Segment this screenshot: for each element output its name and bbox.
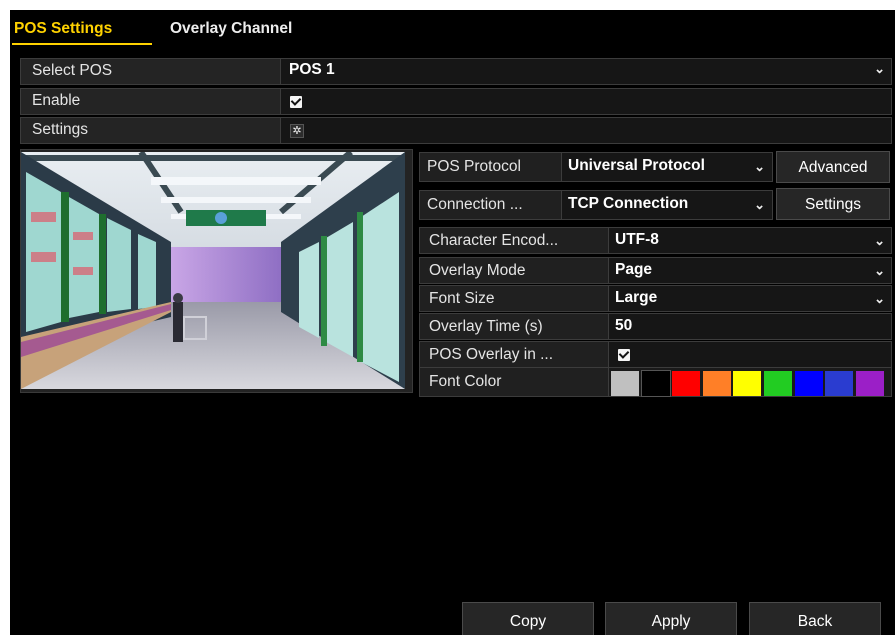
connection-value: TCP Connection: [568, 195, 689, 212]
apply-button-label: Apply: [651, 613, 691, 630]
gear-icon[interactable]: ✲: [290, 124, 304, 138]
overlay-mode-value: Page: [615, 261, 653, 278]
overlay-time-value: 50: [615, 317, 633, 334]
back-button-label: Back: [797, 613, 833, 630]
font-color-swatch[interactable]: [672, 371, 701, 396]
pos-overlay-checkbox[interactable]: [618, 349, 630, 361]
select-pos-label: Select POS: [32, 62, 113, 79]
connection-dropdown[interactable]: TCP Connection ⌄: [561, 191, 772, 219]
copy-button-label: Copy: [509, 613, 547, 630]
connection-row: Connection ... TCP Connection ⌄: [419, 190, 773, 220]
enable-row: Enable: [20, 88, 892, 115]
pos-overlay-value-cell: [608, 342, 891, 367]
pos-protocol-dropdown[interactable]: Universal Protocol ⌄: [561, 153, 772, 181]
advanced-button[interactable]: Advanced: [776, 151, 890, 183]
font-color-row: Font Color: [419, 367, 892, 397]
pos-overlay-row: POS Overlay in ...: [419, 341, 892, 368]
font-color-label: Font Color: [429, 373, 502, 390]
font-color-swatch[interactable]: [825, 371, 854, 396]
font-size-label: Font Size: [429, 290, 495, 307]
overlay-time-input[interactable]: 50: [608, 314, 891, 339]
chevron-down-icon: ⌄: [874, 291, 885, 306]
font-size-row: Font Size Large ⌄: [419, 285, 892, 312]
font-color-swatch[interactable]: [733, 371, 762, 396]
select-pos-value: POS 1: [289, 61, 335, 78]
overlay-mode-row: Overlay Mode Page ⌄: [419, 257, 892, 284]
overlay-mode-label: Overlay Mode: [429, 262, 526, 279]
enable-value-cell: [280, 89, 891, 114]
font-color-palette: [608, 368, 891, 397]
overlay-time-label: Overlay Time (s): [429, 318, 543, 335]
font-color-swatch[interactable]: [640, 370, 671, 397]
connection-settings-button[interactable]: Settings: [776, 188, 890, 220]
chevron-down-icon: ⌄: [874, 61, 885, 76]
character-encoding-value: UTF-8: [615, 231, 659, 248]
font-color-swatch[interactable]: [764, 371, 792, 396]
settings-label: Settings: [32, 121, 89, 138]
character-encoding-dropdown[interactable]: UTF-8 ⌄: [608, 228, 891, 253]
font-size-value: Large: [615, 289, 658, 306]
font-color-swatch[interactable]: [611, 371, 639, 396]
pos-protocol-value: Universal Protocol: [568, 157, 705, 174]
select-pos-dropdown[interactable]: POS 1 ⌄: [280, 59, 891, 84]
settings-row: Settings ✲: [20, 117, 892, 144]
enable-checkbox[interactable]: [290, 96, 302, 108]
character-encoding-label: Character Encod...: [429, 232, 559, 249]
tab-bar: POS Settings Overlay Channel: [10, 10, 895, 46]
font-color-swatch[interactable]: [702, 371, 731, 396]
advanced-button-label: Advanced: [798, 159, 868, 176]
camera-preview-image: [21, 152, 405, 389]
chevron-down-icon: ⌄: [754, 197, 765, 212]
font-size-dropdown[interactable]: Large ⌄: [608, 286, 891, 311]
character-encoding-row: Character Encod... UTF-8 ⌄: [419, 227, 892, 254]
chevron-down-icon: ⌄: [874, 263, 885, 278]
tab-overlay-channel[interactable]: Overlay Channel: [170, 20, 292, 38]
pos-protocol-row: POS Protocol Universal Protocol ⌄: [419, 152, 773, 182]
enable-label: Enable: [32, 92, 81, 109]
apply-button[interactable]: Apply: [605, 602, 737, 635]
pos-protocol-label: POS Protocol: [427, 158, 521, 175]
active-tab-indicator: [12, 43, 152, 45]
chevron-down-icon: ⌄: [754, 159, 765, 174]
font-color-swatch[interactable]: [855, 371, 884, 396]
tab-pos-settings[interactable]: POS Settings: [14, 20, 112, 38]
overlay-mode-dropdown[interactable]: Page ⌄: [608, 258, 891, 283]
connection-label: Connection ...: [427, 196, 523, 213]
chevron-down-icon: ⌄: [874, 233, 885, 248]
settings-value-cell: ✲: [280, 118, 891, 143]
pos-settings-window: POS Settings Overlay Channel Select POS …: [10, 10, 895, 635]
overlay-time-row: Overlay Time (s) 50: [419, 313, 892, 340]
font-color-swatch[interactable]: [794, 371, 823, 396]
copy-button[interactable]: Copy: [462, 602, 594, 635]
back-button[interactable]: Back: [749, 602, 881, 635]
pos-overlay-label: POS Overlay in ...: [429, 346, 554, 363]
select-pos-row: Select POS POS 1 ⌄: [20, 58, 892, 85]
connection-settings-button-label: Settings: [804, 196, 861, 213]
